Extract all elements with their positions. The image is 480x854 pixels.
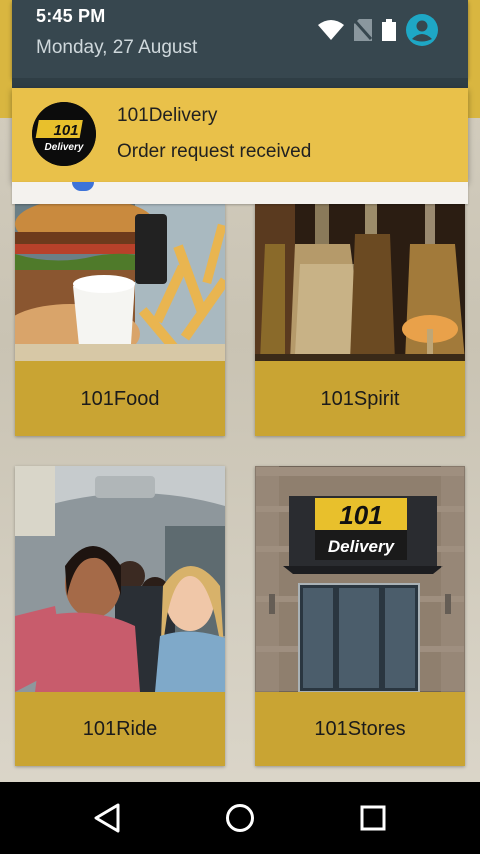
status-icons (318, 14, 438, 46)
tile-101spirit[interactable]: 101Spirit (255, 204, 465, 436)
navigation-bar (0, 782, 480, 854)
notification-message: Order request received (117, 141, 312, 162)
tile-label: 101Spirit (255, 361, 465, 436)
liquor-bottles-photo (255, 204, 465, 361)
tile-label: 101Stores (255, 692, 465, 766)
wifi-icon (318, 20, 344, 40)
store-sign-bottom: Delivery (328, 537, 396, 556)
app-logo: 101 Delivery (32, 102, 96, 166)
store-sign-top: 101 (339, 500, 382, 530)
battery-icon (382, 19, 396, 41)
recents-icon[interactable] (355, 800, 391, 836)
notification-card[interactable]: 101 Delivery 101Delivery Order request r… (12, 88, 468, 182)
tile-101stores[interactable]: 101 Delivery 101Stores (255, 466, 465, 766)
status-time: 5:45 PM (36, 6, 106, 26)
home-icon[interactable] (222, 800, 258, 836)
tile-label: 101Ride (15, 692, 225, 766)
logo-bottom-text: Delivery (45, 142, 84, 153)
tile-label: 101Food (15, 361, 225, 436)
no-sim-icon (354, 19, 372, 41)
notification-shade[interactable]: 5:45 PM Monday, 27 August (12, 0, 468, 78)
notification-title: 101Delivery (117, 105, 218, 126)
tile-101food[interactable]: 101Food (15, 204, 225, 436)
burger-and-fries-photo (15, 204, 225, 361)
back-icon[interactable] (89, 800, 125, 836)
store-front-photo: 101 Delivery (255, 466, 465, 692)
logo-top-text: 101 (53, 122, 78, 139)
friends-in-car-photo (15, 466, 225, 692)
status-date: Monday, 27 August (36, 37, 198, 58)
account-icon[interactable] (406, 14, 438, 46)
app-screen: 101Food 101Spirit 101Ride 101 Delivery 1… (0, 0, 480, 854)
tile-101ride[interactable]: 101Ride (15, 466, 225, 766)
